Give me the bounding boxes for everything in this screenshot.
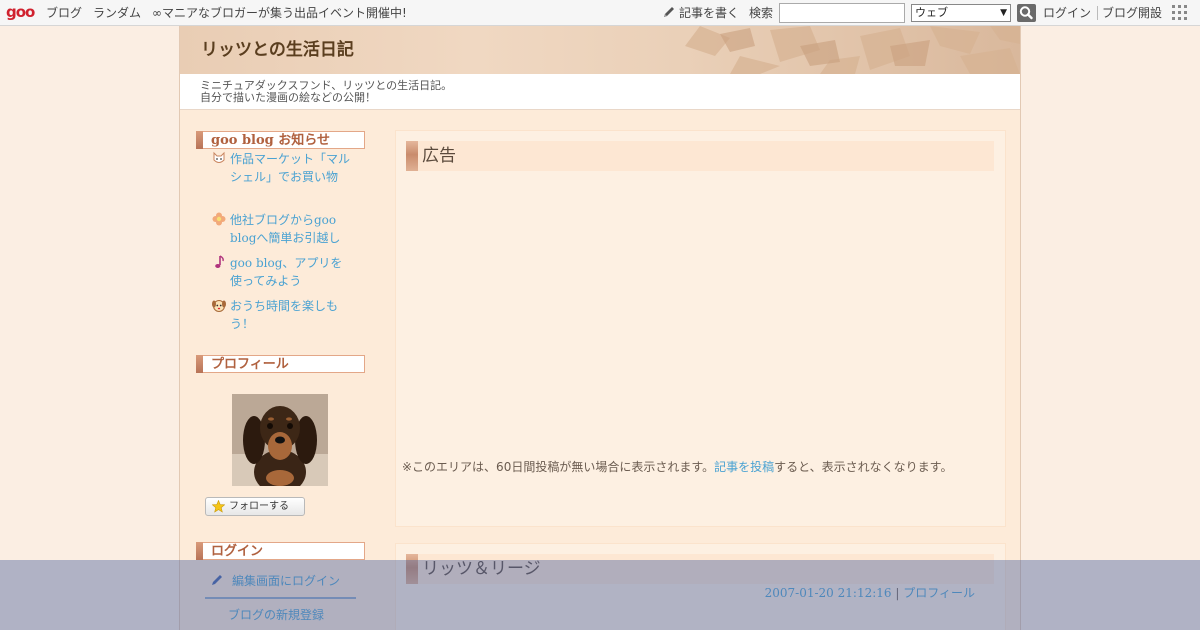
blog-description-bar: ミニチュアダックスフンド、リッツとの生活日記。 自分で描いた漫画の絵などの公開！	[180, 74, 1020, 110]
search-scope-value: ウェブ	[915, 6, 948, 19]
blog-container: リッツとの生活日記 ミニチュアダックスフンド、リッツとの生活日記。 自分で描いた…	[179, 26, 1021, 630]
profile-heading-label: プロフィール	[211, 357, 289, 372]
blog-description: ミニチュアダックスフンド、リッツとの生活日記。 自分で描いた漫画の絵などの公開！	[200, 80, 452, 104]
write-post-link[interactable]: 記事を書く	[679, 6, 739, 20]
notice-text[interactable]: 作品マーケット「マルシェル」でお買い物	[230, 150, 352, 186]
post-article-link[interactable]: 記事を投稿	[714, 460, 774, 474]
heading-marker	[406, 141, 418, 171]
notice-text[interactable]: 他社ブログからgoo blogへ簡単お引越し	[230, 211, 352, 247]
heading-marker	[196, 131, 203, 149]
create-blog-link[interactable]: ブログ開設	[1102, 6, 1162, 20]
profile-heading: プロフィール	[196, 355, 365, 373]
ad-note-text: ※このエリアは、60日間投稿が無い場合に表示されます。	[402, 460, 715, 474]
search-scope-select[interactable]: ウェブ ▼	[911, 4, 1011, 22]
chevron-down-icon: ▼	[1000, 8, 1007, 18]
search-input[interactable]	[779, 3, 905, 23]
apps-grid-icon[interactable]	[1172, 5, 1188, 21]
notice-text[interactable]: goo blog、アプリを使ってみよう	[230, 254, 352, 290]
search-button[interactable]	[1017, 4, 1036, 22]
login-heading: ログイン	[196, 542, 365, 560]
bottom-overlay	[0, 560, 1200, 630]
login-link[interactable]: ログイン	[1043, 6, 1091, 20]
description-line: 自分で描いた漫画の絵などの公開！	[200, 91, 376, 104]
star-icon	[212, 500, 225, 513]
ad-heading-label: 広告	[422, 146, 456, 166]
dachshund-photo	[232, 394, 328, 486]
blog-header: リッツとの生活日記	[180, 26, 1020, 74]
follow-button-label: フォローする	[229, 501, 289, 512]
pencil-icon[interactable]	[662, 5, 676, 19]
header-texture	[685, 26, 1020, 74]
cat-icon	[213, 151, 225, 163]
nav-random-link[interactable]: ランダム	[93, 6, 141, 20]
notice-text[interactable]: おうち時間を楽しもう！	[230, 297, 352, 333]
heading-marker	[196, 355, 203, 373]
ad-panel: 広告 ※このエリアは、60日間投稿が無い場合に表示されます。記事を投稿すると、表…	[395, 130, 1006, 527]
magnifier-icon	[1019, 6, 1033, 20]
flower-icon	[212, 212, 226, 226]
nav-blog-link[interactable]: ブログ	[46, 6, 82, 20]
notice-heading-label: goo blog お知らせ	[211, 133, 331, 148]
ad-heading: 広告	[406, 141, 994, 171]
goo-logo[interactable]: goo	[6, 3, 35, 21]
divider	[1097, 6, 1098, 20]
heading-marker	[196, 542, 203, 560]
blog-title[interactable]: リッツとの生活日記	[201, 40, 354, 60]
music-note-icon	[215, 255, 224, 268]
notice-heading: goo blog お知らせ	[196, 131, 365, 149]
dog-icon	[212, 300, 226, 312]
goo-global-bar: goo ブログ ランダム ∞マニアなブロガーが集う出品イベント開催中! 記事を書…	[0, 0, 1200, 26]
follow-button[interactable]: フォローする	[205, 497, 305, 516]
ad-note: ※このエリアは、60日間投稿が無い場合に表示されます。記事を投稿すると、表示され…	[402, 460, 952, 474]
nav-event-link[interactable]: ∞マニアなブロガーが集う出品イベント開催中!	[152, 6, 407, 20]
ad-note-text: すると、表示されなくなります。	[774, 460, 953, 474]
avatar[interactable]	[232, 394, 328, 486]
login-heading-label: ログイン	[211, 544, 264, 559]
search-label: 検索	[749, 6, 774, 20]
